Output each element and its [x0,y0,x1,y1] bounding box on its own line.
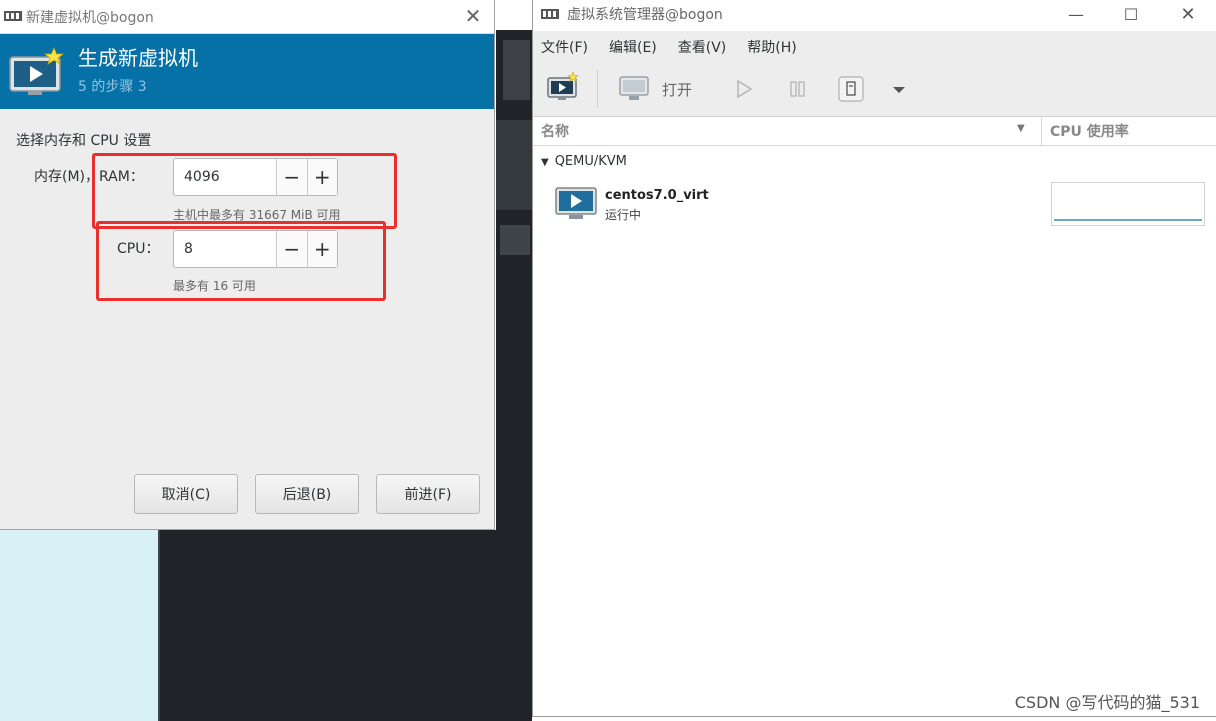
blurred-region [500,225,530,255]
cancel-button[interactable]: 取消(C) [134,474,238,514]
monitor-icon[interactable] [619,75,649,103]
dialog-titlebar[interactable]: 新建虚拟机@bogon ✕ [0,0,494,34]
vm-list-header: 名称 ▼ CPU 使用率 [533,117,1216,146]
cpu-usage-graph [1051,182,1205,226]
menu-file[interactable]: 文件(F) [541,37,588,57]
forward-button[interactable]: 前进(F) [376,474,480,514]
vm-running-icon [555,187,597,219]
column-cpu-usage[interactable]: CPU 使用率 [1050,121,1129,141]
close-icon[interactable]: ✕ [462,3,484,29]
blurred-region [503,40,530,100]
cpu-highlight-box [96,221,386,301]
run-icon[interactable] [734,79,754,99]
wizard-heading: 生成新虚拟机 [78,46,198,70]
section-title: 选择内存和 CPU 设置 [16,133,152,149]
minimize-icon[interactable]: — [1061,2,1091,28]
expand-arrow-icon[interactable]: ▼ [541,157,549,168]
vm-status: 运行中 [605,208,642,222]
open-button-label[interactable]: 打开 [662,79,692,100]
column-name[interactable]: 名称 [541,121,569,141]
toolbar-separator [597,70,598,108]
close-icon[interactable]: ✕ [1173,2,1203,28]
watermark: CSDN @写代码的猫_531 [1014,693,1200,712]
blurred-region [496,120,532,210]
pause-icon[interactable] [788,80,808,98]
virt-manager-icon [541,9,559,19]
desktop-background [0,530,161,721]
menu-bar: 文件(F) 编辑(E) 查看(V) 帮助(H) [533,31,1216,62]
sort-arrow-icon[interactable]: ▼ [1017,123,1025,134]
new-vm-icon [9,47,65,95]
new-vm-dialog: 新建虚拟机@bogon ✕ 生成新虚拟机 5 的步骤 3 选择内存和 CPU 设… [0,0,495,530]
connection-label: QEMU/KVM [554,154,627,169]
shutdown-icon[interactable] [838,76,864,102]
manager-titlebar[interactable]: 虚拟系统管理器@bogon — ☐ ✕ [533,0,1216,31]
toolbar: 打开 [533,62,1216,117]
maximize-icon[interactable]: ☐ [1116,2,1146,28]
menu-view[interactable]: 查看(V) [678,37,727,57]
chevron-down-icon[interactable] [892,85,906,95]
manager-title: 虚拟系统管理器@bogon [567,7,723,23]
vm-name: centos7.0_virt [605,188,709,203]
vm-list-item[interactable]: centos7.0_virt 运行中 [533,180,1213,228]
back-button[interactable]: 后退(B) [255,474,359,514]
desktop-strip [496,30,532,530]
new-vm-icon[interactable] [547,72,579,104]
virt-manager-icon [4,11,22,21]
menu-help[interactable]: 帮助(H) [747,37,796,57]
desktop-terminal-area [160,530,532,721]
wizard-step: 5 的步骤 3 [78,79,147,95]
connection-group[interactable]: ▼ QEMU/KVM [541,154,627,169]
column-divider[interactable] [1041,117,1042,145]
memory-highlight-box [92,153,397,229]
menu-edit[interactable]: 编辑(E) [609,37,657,57]
wizard-banner: 生成新虚拟机 5 的步骤 3 [0,34,494,109]
virt-manager-window: 虚拟系统管理器@bogon — ☐ ✕ 文件(F) 编辑(E) 查看(V) 帮助… [532,0,1216,717]
dialog-title: 新建虚拟机@bogon [26,10,154,26]
